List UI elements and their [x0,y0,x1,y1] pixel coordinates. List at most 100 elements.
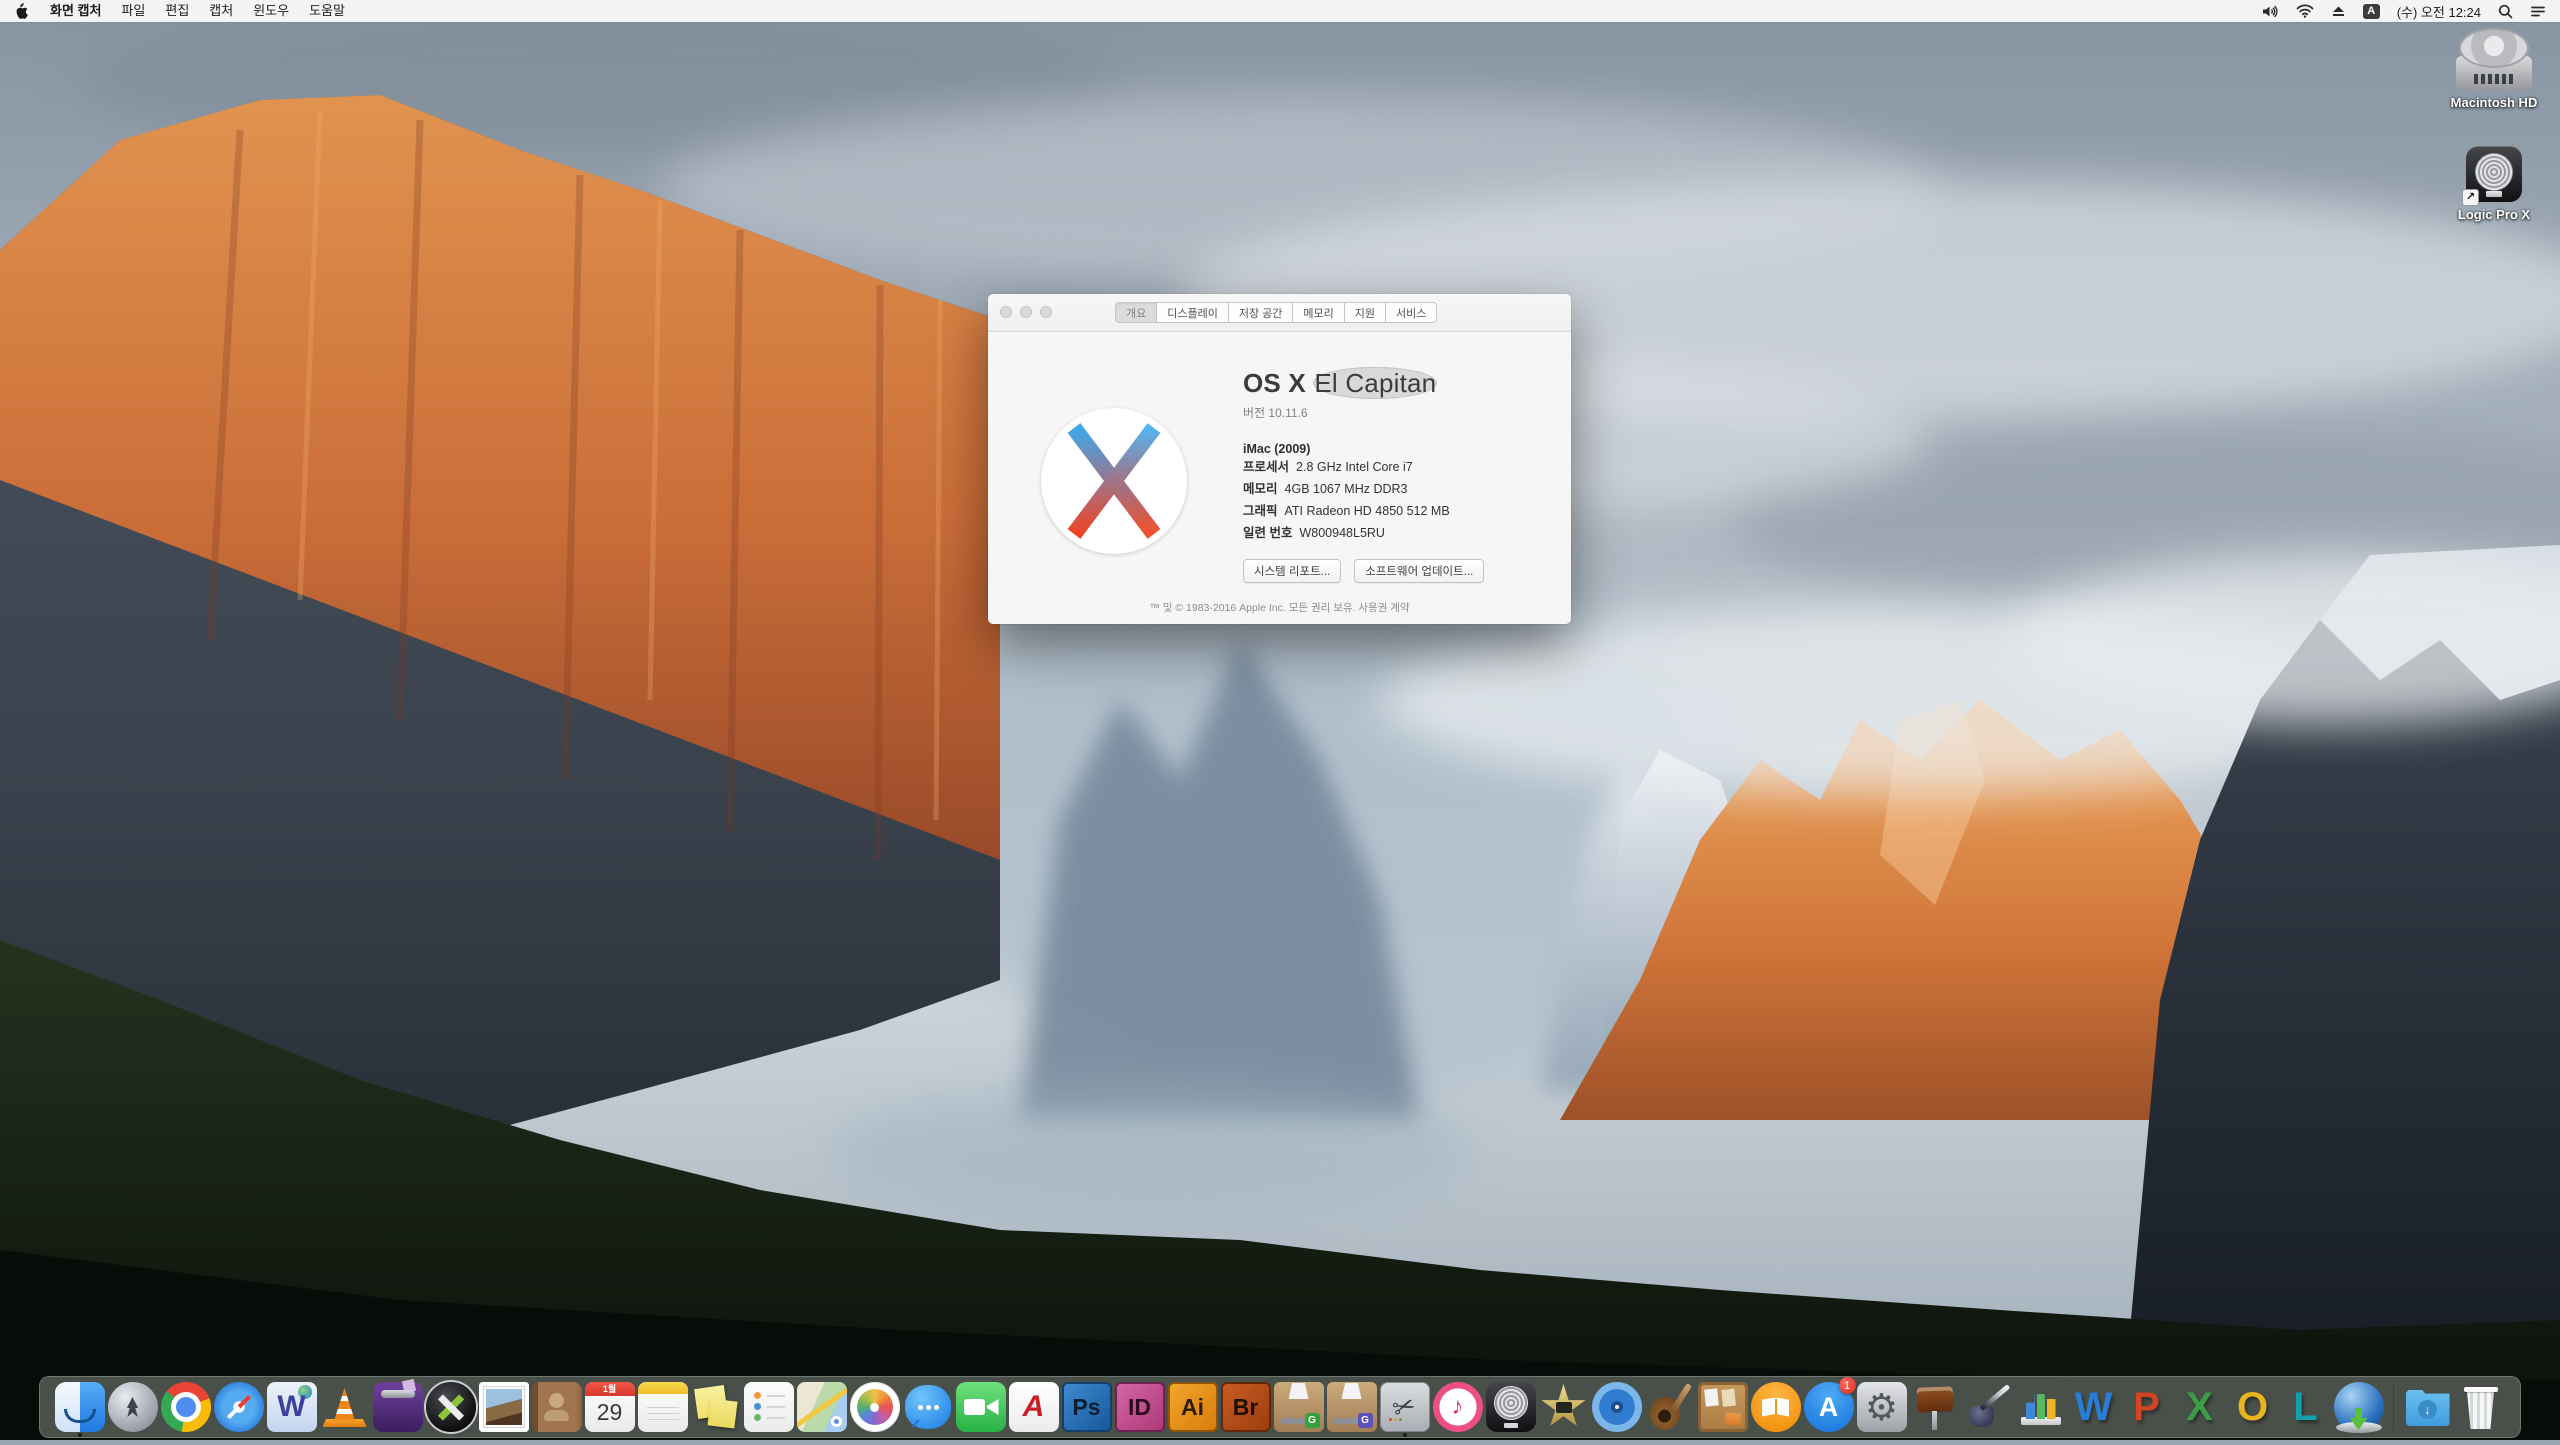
dock-icon-system-preferences[interactable] [1856,1379,1907,1435]
menu-help[interactable]: 도움말 [299,0,355,22]
dock-icon-stuffit-purple[interactable]: G [1326,1379,1377,1435]
maps-icon [796,1382,847,1432]
dock-icon-itunes[interactable] [1432,1379,1483,1435]
dock-icon-notes[interactable] [637,1379,688,1435]
menu-file[interactable]: 파일 [111,0,155,22]
dock-icon-safari[interactable] [213,1379,264,1435]
dock-icon-downloader[interactable] [2333,1379,2384,1435]
safari-icon [213,1382,264,1432]
dock-icon-pages[interactable] [1963,1379,2013,1435]
zoom-button[interactable] [1040,306,1052,318]
dock-separator [2392,1383,2394,1431]
dock-icon-photoshop[interactable]: Ps [1061,1379,1112,1435]
tab-support[interactable]: 지원 [1343,302,1387,323]
menu-clock[interactable]: (수) 오전 12:24 [2397,2,2481,21]
dock-icon-photos[interactable] [849,1379,900,1435]
dock-icon-facetime[interactable] [955,1379,1006,1435]
os-version: 버전 10.11.6 [1243,406,1308,420]
os-title: OS X El Capitan [1243,367,1438,399]
menu-capture[interactable]: 캡처 [199,0,243,22]
finder-icon [54,1382,105,1432]
menu-edit[interactable]: 편집 [155,0,199,22]
dock-icon-stuffit-green[interactable]: G [1273,1379,1324,1435]
running-indicator [1402,1433,1407,1437]
powerpoint-icon: P [2133,1385,2160,1429]
dock-icon-screen-capture[interactable] [1379,1379,1430,1437]
menu-app-name[interactable]: 화면 캡처 [40,0,111,22]
dock-icon-numbers[interactable] [2016,1379,2066,1435]
dock-icon-maps[interactable] [796,1379,847,1435]
dock-icon-indesign[interactable]: ID [1114,1379,1165,1435]
dock-icon-downloads-folder[interactable] [2403,1379,2453,1435]
logic-pro-icon: ↗ [2462,146,2522,206]
dock-icon-trash[interactable] [2456,1379,2506,1435]
tab-overview[interactable]: 개요 [1115,302,1158,323]
desktop-icon-logic-pro-x[interactable]: ↗ Logic Pro X [2444,146,2544,222]
dock-icon-lync[interactable]: L [2281,1379,2331,1435]
dock-icon-launchpad[interactable] [107,1379,158,1435]
dock-icon-contacts[interactable] [531,1379,582,1435]
dock-icon-vlc[interactable] [320,1379,370,1435]
imovie-icon [1539,1382,1589,1432]
volume-icon[interactable] [2261,4,2279,19]
dock-icon-garageband[interactable] [1645,1379,1695,1435]
input-source-badge[interactable]: A [2362,3,2380,19]
dock-icon-calendar[interactable]: 1월 29 [584,1379,635,1435]
spec-processor: 프로세서 2.8 GHz Intel Core i7 [1243,460,1413,474]
dock-icon-finder[interactable] [54,1379,105,1437]
dock-icon-outlook[interactable]: O [2228,1379,2278,1435]
dock-icon-w-globe-app[interactable]: W [266,1379,317,1435]
dock-icon-chrome[interactable] [160,1379,211,1435]
tab-service[interactable]: 서비스 [1385,302,1438,323]
dock-icon-powerpoint[interactable]: P [2122,1379,2172,1435]
minimize-button[interactable] [1020,306,1032,318]
close-button[interactable] [1000,306,1012,318]
about-this-mac-window: 개요 디스플레이 저장 공간 메모리 지원 서비스 OS X El Capita… [988,294,1571,624]
trash-icon [2456,1382,2506,1432]
dock-icon-mail[interactable] [478,1379,529,1435]
dock-icon-word[interactable]: W [2069,1379,2119,1435]
dock-icon-imovie[interactable] [1539,1379,1589,1435]
excel-icon: X [2186,1385,2213,1429]
dock-icon-messages[interactable] [903,1379,953,1435]
menu-bar: 화면 캡처 파일 편집 캡처 윈도우 도움말 A (수) 오전 12:24 [0,0,2560,22]
dock-icon-app-store[interactable]: A1 [1803,1377,1856,1435]
dock-icon-logic-pro[interactable] [1485,1379,1536,1435]
acrobat-icon: A [1008,1382,1059,1432]
dock: W1월29APsIDAiBrGGA1WPXOL [39,1376,2521,1438]
mail-icon [478,1382,529,1432]
window-toolbar: 개요 디스플레이 저장 공간 메모리 지원 서비스 [988,294,1571,332]
x-converter-icon [425,1382,476,1432]
messages-icon [904,1385,951,1429]
w-globe-app-icon: W [266,1382,317,1432]
dock-icon-corkboard[interactable] [1697,1379,1748,1435]
software-update-button[interactable]: 소프트웨어 업데이트... [1354,559,1485,583]
launchpad-icon [107,1382,158,1432]
notification-center-icon[interactable] [2530,5,2546,18]
menu-window[interactable]: 윈도우 [243,0,299,22]
dock-icon-keynote[interactable] [1910,1379,1960,1435]
dock-icon-toast[interactable] [372,1379,423,1435]
dock-icon-excel[interactable]: X [2175,1379,2225,1435]
dock-icon-reminders[interactable] [743,1379,794,1435]
dock-icon-acrobat[interactable]: A [1008,1379,1059,1435]
downloader-icon [2333,1382,2384,1433]
garageband-icon [1645,1382,1695,1432]
dock-icon-ibooks[interactable] [1750,1379,1801,1435]
ibooks-icon [1750,1382,1801,1432]
dock-icon-dvd-player[interactable] [1591,1379,1642,1435]
wifi-icon[interactable] [2296,4,2314,18]
dock-icon-x-converter[interactable] [425,1379,476,1435]
spotlight-icon[interactable] [2498,4,2513,19]
dock-icon-bridge[interactable]: Br [1220,1379,1271,1435]
system-report-button[interactable]: 시스템 리포트... [1243,559,1342,583]
eject-icon[interactable] [2331,4,2346,18]
apple-menu[interactable] [14,3,28,19]
desktop-icon-macintosh-hd[interactable]: Macintosh HD [2444,28,2544,110]
tab-memory[interactable]: 메모리 [1292,302,1345,323]
tab-displays[interactable]: 디스플레이 [1156,302,1229,323]
screen-capture-icon [1379,1382,1430,1432]
tab-storage[interactable]: 저장 공간 [1227,302,1294,323]
dock-icon-stickies[interactable] [691,1379,741,1435]
dock-icon-illustrator[interactable]: Ai [1167,1379,1218,1435]
